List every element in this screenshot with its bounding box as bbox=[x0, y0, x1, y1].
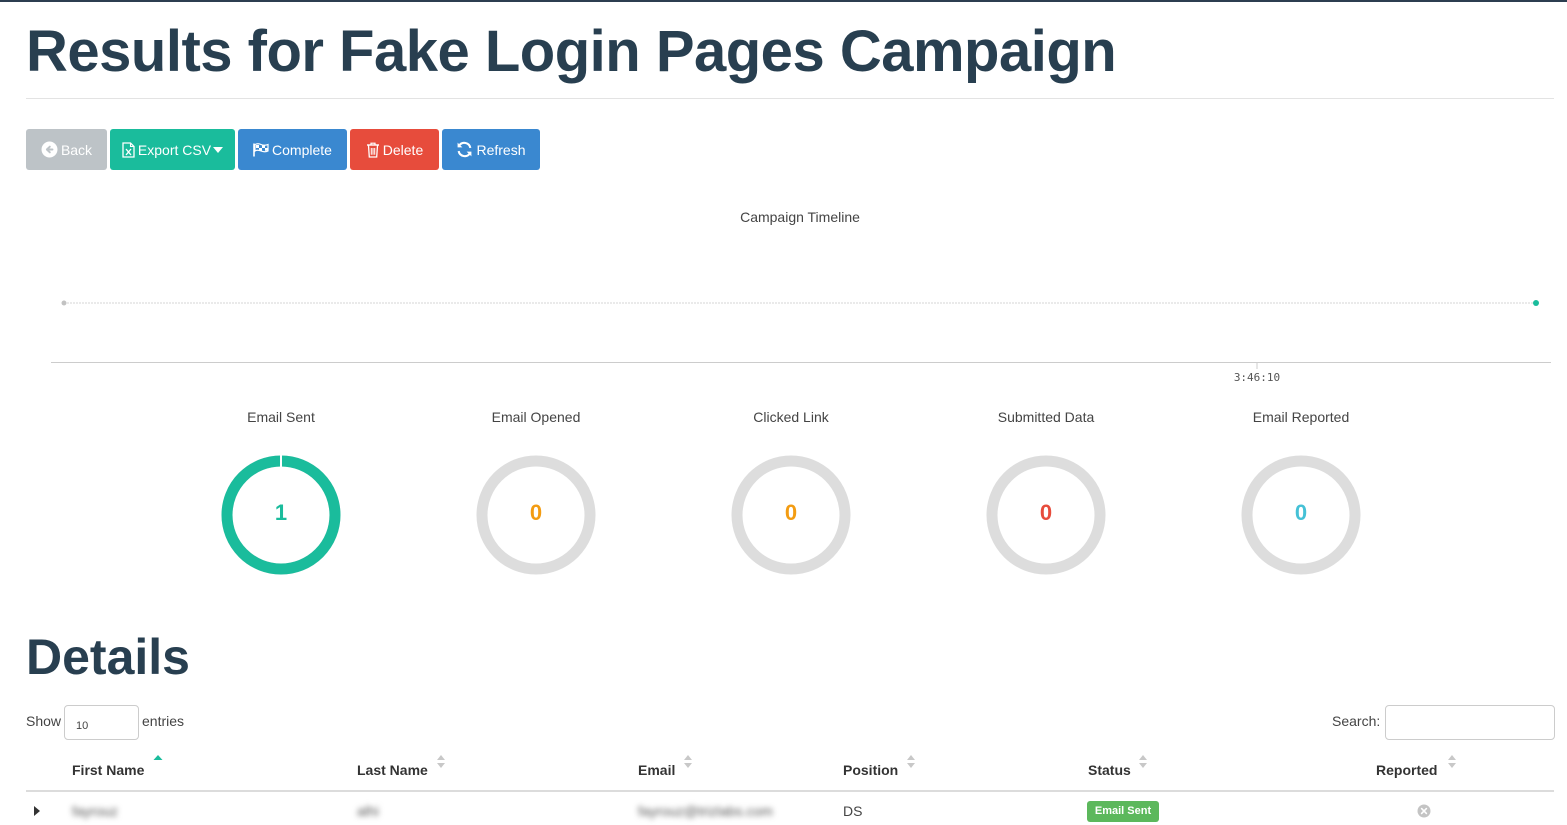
refresh-label: Refresh bbox=[476, 141, 526, 158]
clicked-link-donut: 0 bbox=[731, 455, 851, 575]
stat-label: Submitted Data bbox=[997, 409, 1095, 425]
details-title: Details bbox=[26, 629, 190, 685]
delete-label: Delete bbox=[382, 141, 424, 158]
toolbar: Back Export CSV Complete Delete Refresh bbox=[26, 129, 543, 170]
refresh-button[interactable]: Refresh bbox=[442, 129, 540, 170]
col-header-status[interactable]: Status bbox=[1088, 762, 1131, 778]
stat-label: Clicked Link bbox=[753, 409, 829, 425]
search-label: Search: bbox=[1332, 713, 1381, 729]
arrow-circle-left-icon bbox=[41, 141, 58, 158]
stat-value: 0 bbox=[785, 500, 797, 525]
stat-value: 0 bbox=[1295, 500, 1307, 525]
trash-icon bbox=[366, 142, 379, 158]
file-excel-icon bbox=[122, 141, 135, 158]
timeline-point-start[interactable] bbox=[61, 300, 67, 306]
page-title: Results for Fake Login Pages Campaign bbox=[26, 19, 1117, 84]
search-input[interactable] bbox=[1385, 705, 1555, 740]
delete-button[interactable]: Delete bbox=[350, 129, 439, 170]
stat-clicked-link: Clicked Link 0 bbox=[691, 409, 891, 577]
stat-label: Email Opened bbox=[491, 409, 581, 425]
sort-icon[interactable] bbox=[436, 754, 446, 770]
sort-icon[interactable] bbox=[1447, 754, 1457, 770]
title-divider bbox=[26, 98, 1554, 99]
stat-value: 0 bbox=[1040, 500, 1052, 525]
stat-email-reported: Email Reported 0 bbox=[1201, 409, 1401, 577]
show-label: Show bbox=[26, 713, 62, 729]
email-reported-donut: 0 bbox=[1241, 455, 1361, 575]
export-csv-button[interactable]: Export CSV bbox=[110, 129, 235, 170]
complete-button[interactable]: Complete bbox=[238, 129, 347, 170]
sort-icon[interactable] bbox=[1138, 754, 1148, 770]
cell-position: DS bbox=[843, 803, 863, 819]
not-reported-icon bbox=[1417, 804, 1431, 818]
stat-submitted-data: Submitted Data 0 bbox=[946, 409, 1146, 577]
email-sent-donut: 1 bbox=[221, 455, 341, 575]
submitted-data-donut: 0 bbox=[986, 455, 1106, 575]
expand-row-icon[interactable] bbox=[34, 806, 40, 816]
flag-checkered-icon bbox=[253, 142, 269, 156]
caret-down-icon bbox=[213, 146, 224, 153]
back-button[interactable]: Back bbox=[26, 129, 107, 170]
col-header-position[interactable]: Position bbox=[843, 762, 898, 778]
timeline-point-email-sent[interactable] bbox=[1533, 300, 1539, 306]
refresh-icon bbox=[458, 141, 472, 158]
stat-label: Email Reported bbox=[1252, 409, 1350, 425]
email-opened-donut: 0 bbox=[476, 455, 596, 575]
sort-icon[interactable] bbox=[683, 754, 693, 770]
stat-email-opened: Email Opened 0 bbox=[436, 409, 636, 577]
col-header-last-name[interactable]: Last Name bbox=[357, 762, 428, 778]
campaign-timeline: Campaign Timeline 3:46:10 bbox=[0, 197, 1567, 397]
table-header-divider bbox=[26, 790, 1554, 792]
col-header-reported[interactable]: Reported bbox=[1376, 762, 1437, 778]
status-badge: Email Sent bbox=[1087, 801, 1159, 822]
stat-label: Email Sent bbox=[247, 409, 315, 425]
stat-value: 0 bbox=[530, 500, 542, 525]
entries-label: entries bbox=[142, 713, 185, 729]
stat-email-sent: Email Sent 1 bbox=[181, 409, 381, 577]
cell-last-name: alhi bbox=[357, 803, 379, 819]
col-header-email[interactable]: Email bbox=[638, 762, 675, 778]
page-size-select[interactable]: 10 bbox=[64, 705, 139, 740]
sort-asc-icon[interactable] bbox=[153, 754, 163, 762]
sort-icon[interactable] bbox=[906, 754, 916, 770]
timeline-chart: 3:46:10 bbox=[51, 300, 1551, 384]
export-csv-label: Export CSV bbox=[137, 141, 212, 158]
col-header-first-name[interactable]: First Name bbox=[72, 762, 144, 778]
stat-value: 1 bbox=[275, 500, 287, 525]
cell-email: fayrouz@trizlabs.com bbox=[638, 803, 773, 819]
back-label: Back bbox=[60, 141, 93, 158]
cell-first-name: fayrouz bbox=[72, 803, 118, 819]
complete-label: Complete bbox=[272, 141, 332, 158]
timeline-tick-label: 3:46:10 bbox=[1234, 371, 1280, 384]
